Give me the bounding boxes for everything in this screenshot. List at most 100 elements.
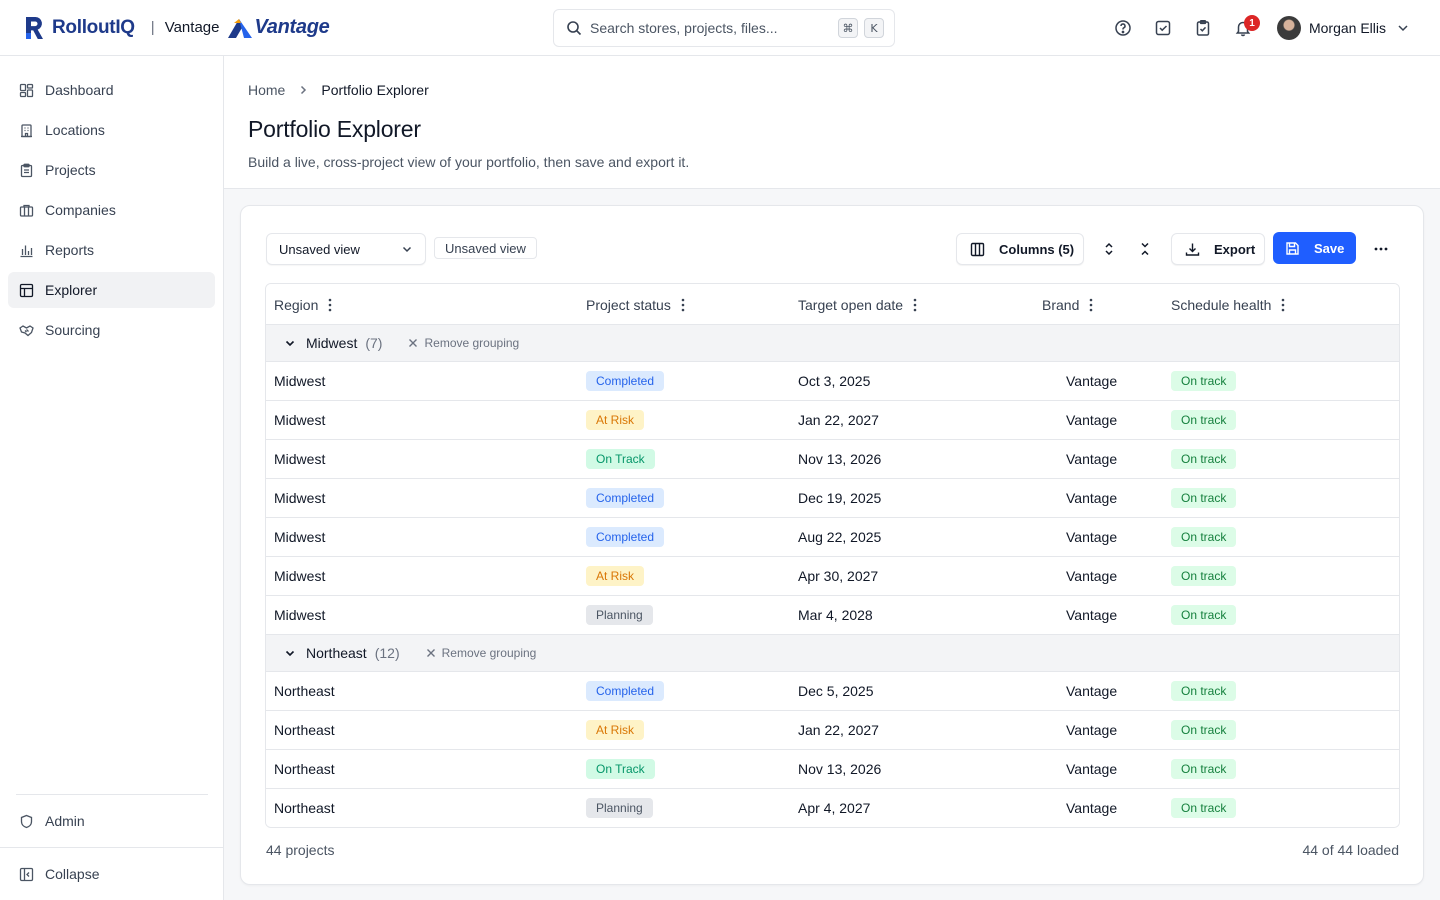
project-count: 44 projects — [266, 842, 335, 858]
cell-region: Northeast — [274, 800, 335, 816]
chevron-down-icon — [402, 246, 412, 253]
tenant-logo: Vantage — [227, 16, 330, 39]
chevrons-up-down-icon — [1105, 242, 1113, 256]
table-row[interactable]: Midwest Planning Mar 4, 2028 Vantage On trac… — [266, 596, 1399, 635]
table-row[interactable]: Midwest On Track Nov 13, 2026 Vantage On tra… — [266, 440, 1399, 479]
cell-region: Midwest — [274, 451, 326, 467]
cell-schedule-health: On track — [1171, 711, 1237, 749]
save-button-label: Save — [1314, 240, 1345, 256]
breadcrumb-home-link[interactable]: Home — [248, 82, 285, 98]
cell-status: On Track — [586, 750, 655, 788]
tasks-button[interactable] — [1143, 8, 1183, 48]
saved-view-select[interactable]: Unsaved view — [266, 233, 426, 265]
cell-status: At Risk — [586, 557, 645, 595]
table-row[interactable]: Midwest Completed Dec 19, 2025 Vantage On tr… — [266, 479, 1399, 518]
sidebar-item-projects[interactable]: Projects — [8, 152, 215, 188]
cell-target-open-date: Nov 13, 2026 — [798, 451, 882, 467]
column-header-target-open-date[interactable]: Target open date — [798, 284, 917, 325]
column-menu-icon[interactable] — [913, 298, 917, 312]
collapse-all-button[interactable] — [1129, 233, 1161, 265]
table-row[interactable]: Northeast On Track Nov 13, 2026 Vantage On t… — [266, 750, 1399, 789]
checkbox-icon — [1155, 20, 1171, 36]
sidebar-item-admin[interactable]: Admin — [8, 803, 215, 839]
sidebar-item-label: Companies — [45, 202, 116, 218]
page-title: Portfolio Explorer — [248, 116, 421, 142]
cell-status: At Risk — [586, 711, 645, 749]
portfolio-table: Region Project status Target open date B… — [265, 283, 1400, 828]
chevron-down-icon[interactable] — [284, 647, 296, 659]
remove-grouping-button[interactable]: Remove grouping — [426, 646, 536, 660]
user-menu[interactable]: Morgan Ellis — [1276, 16, 1410, 40]
help-icon — [1115, 20, 1131, 36]
cell-schedule-health: On track — [1171, 672, 1237, 710]
table-row[interactable]: Northeast At Risk Jan 22, 2027 Vantage On tr… — [266, 711, 1399, 750]
columns-button[interactable]: Columns (5) — [956, 233, 1084, 265]
chevron-down-icon[interactable] — [284, 337, 296, 349]
column-header-label: Brand — [1042, 296, 1080, 313]
sidebar-collapse-button[interactable]: Collapse — [8, 856, 215, 892]
status-badge: At Risk — [586, 410, 645, 430]
cell-status: Planning — [586, 789, 653, 827]
health-badge: On track — [1171, 410, 1237, 430]
table-row[interactable]: Midwest Completed Oct 3, 2025 Vantage On tra… — [266, 362, 1399, 401]
sidebar-divider — [0, 847, 224, 848]
sidebar-item-locations[interactable]: Locations — [8, 112, 215, 148]
cell-schedule-health: On track — [1171, 518, 1237, 556]
column-menu-icon[interactable] — [681, 298, 685, 312]
cell-region: Midwest — [274, 529, 326, 545]
sidebar-item-reports[interactable]: Reports — [8, 232, 215, 268]
save-button[interactable]: Save — [1273, 232, 1356, 264]
status-badge: Planning — [586, 798, 653, 818]
cell-target-open-date: Oct 3, 2025 — [798, 373, 871, 389]
table-row[interactable]: Midwest At Risk Jan 22, 2027 Vantage On trac… — [266, 401, 1399, 440]
health-badge: On track — [1171, 759, 1237, 779]
sidebar-item-label: Reports — [45, 242, 95, 258]
health-badge: On track — [1171, 681, 1237, 701]
table-row[interactable]: Northeast Planning Apr 4, 2027 Vantage On tr… — [266, 789, 1399, 827]
export-button[interactable]: Export — [1171, 233, 1265, 265]
approvals-button[interactable] — [1183, 8, 1223, 48]
help-button[interactable] — [1103, 8, 1143, 48]
cell-target-open-date: Apr 4, 2027 — [798, 800, 871, 816]
cell-target-open-date: Dec 5, 2025 — [798, 683, 874, 699]
cell-status: At Risk — [586, 401, 645, 439]
sidebar-item-dashboard[interactable]: Dashboard — [8, 72, 215, 108]
sidebar-item-companies[interactable]: Companies — [8, 192, 215, 228]
table-row[interactable]: Northeast Completed Dec 5, 2025 Vantage On t… — [266, 672, 1399, 711]
sidebar-item-sourcing[interactable]: Sourcing — [8, 312, 215, 348]
column-header-region[interactable]: Region — [274, 284, 332, 325]
cell-region: Midwest — [274, 373, 326, 389]
cell-brand: Vantage — [1066, 761, 1118, 777]
cell-region: Northeast — [274, 761, 335, 777]
avatar — [1276, 16, 1301, 40]
column-menu-icon[interactable] — [328, 298, 332, 312]
cell-target-open-date: Mar 4, 2028 — [798, 607, 873, 623]
global-search[interactable]: ⌘ K — [553, 9, 895, 47]
group-count: (7) — [365, 335, 383, 351]
more-options-button[interactable] — [1365, 233, 1397, 265]
table-icon — [19, 283, 34, 297]
health-badge: On track — [1171, 605, 1237, 625]
cell-brand: Vantage — [1066, 568, 1118, 584]
search-input[interactable] — [590, 20, 832, 36]
remove-grouping-button[interactable]: Remove grouping — [408, 336, 519, 350]
column-header-status[interactable]: Project status — [586, 284, 685, 325]
app-brand[interactable]: RolloutIQ | Vantage Vantage — [24, 16, 330, 40]
group-name: Midwest — [306, 335, 358, 351]
cell-status: On Track — [586, 440, 655, 478]
shortcut-key-cmd: ⌘ — [838, 18, 858, 38]
cell-schedule-health: On track — [1171, 362, 1237, 400]
expand-all-button[interactable] — [1093, 233, 1125, 265]
shield-icon — [20, 814, 33, 828]
table-row[interactable]: Midwest At Risk Apr 30, 2027 Vantage On trac… — [266, 557, 1399, 596]
notifications-button[interactable]: 1 — [1223, 8, 1263, 48]
cell-schedule-health: On track — [1171, 557, 1237, 595]
column-menu-icon[interactable] — [1281, 298, 1285, 312]
column-header-schedule-health[interactable]: Schedule health — [1171, 284, 1285, 325]
sidebar-item-explorer[interactable]: Explorer — [8, 272, 215, 308]
loaded-count: 44 of 44 loaded — [1302, 842, 1399, 858]
column-menu-icon[interactable] — [1089, 298, 1093, 312]
breadcrumb-current: Portfolio Explorer — [321, 82, 429, 98]
column-header-brand[interactable]: Brand — [1042, 284, 1093, 325]
table-row[interactable]: Midwest Completed Aug 22, 2025 Vantage On tr… — [266, 518, 1399, 557]
